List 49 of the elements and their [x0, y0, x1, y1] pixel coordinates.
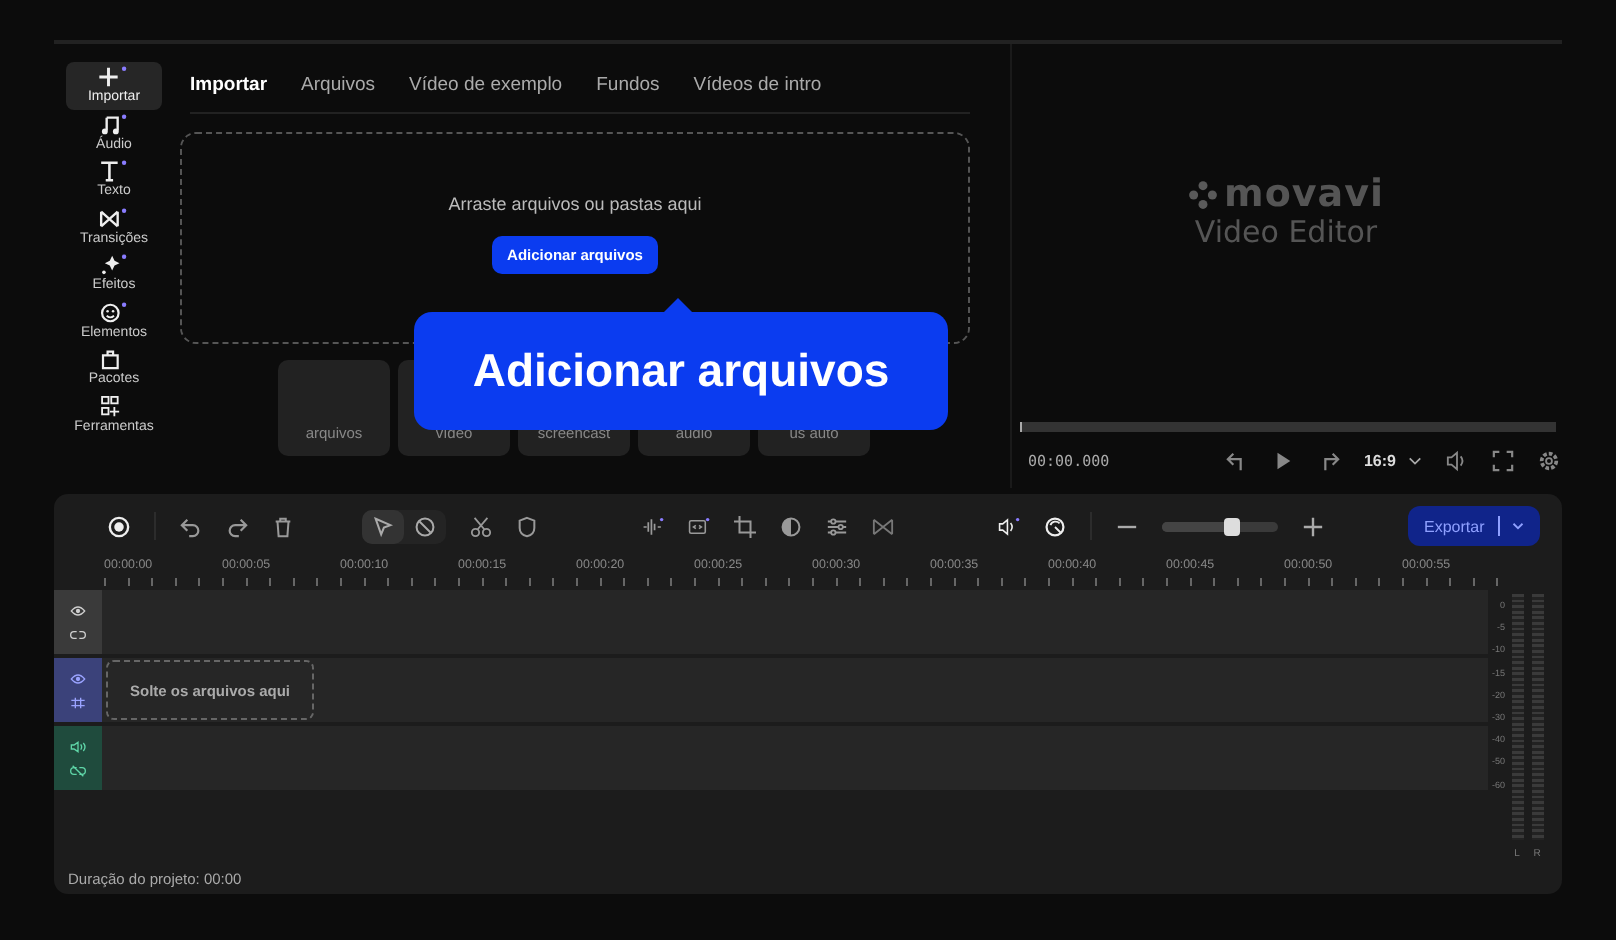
logo-name: movavi: [1224, 176, 1384, 214]
caret-icon[interactable]: [1408, 455, 1422, 465]
speed-icon[interactable]: [1044, 515, 1066, 537]
callout-tooltip: Adicionar arquivos: [414, 312, 948, 430]
tooltip-pointer: [662, 298, 694, 314]
sidebar-icon: [100, 301, 128, 324]
volume-icon[interactable]: [998, 515, 1020, 537]
zoom-slider[interactable]: [1162, 521, 1278, 531]
scissors-icon[interactable]: [470, 515, 492, 537]
sidebar-icon: [100, 113, 128, 136]
eye-icon[interactable]: [70, 603, 86, 617]
sliders-icon[interactable]: [826, 515, 848, 537]
shield-icon[interactable]: [516, 515, 538, 537]
captions-icon[interactable]: [688, 515, 710, 537]
sidebar-icon: [100, 207, 128, 230]
undo-icon[interactable]: [180, 515, 202, 537]
undo-icon[interactable]: [1225, 449, 1248, 471]
settings-icon[interactable]: [1538, 449, 1560, 471]
redo-icon[interactable]: [226, 515, 248, 537]
caret-icon[interactable]: [1512, 522, 1525, 530]
color-icon[interactable]: [780, 515, 802, 537]
tab[interactable]: Vídeo de exemplo: [409, 73, 563, 95]
no-entry-icon[interactable]: [414, 515, 436, 537]
aspect-ratio-dropdown[interactable]: 16:9: [1363, 451, 1422, 469]
tab[interactable]: Importar: [190, 73, 268, 95]
pointer-tool[interactable]: [362, 509, 404, 543]
crop-icon[interactable]: [734, 515, 756, 537]
record-icon[interactable]: [108, 515, 130, 537]
tab[interactable]: Vídeos de intro: [693, 73, 822, 95]
link-icon[interactable]: [70, 763, 86, 777]
pointer-icon[interactable]: [372, 515, 394, 537]
link-icon[interactable]: [70, 627, 86, 641]
logo-product: Video Editor: [1194, 214, 1378, 250]
tab[interactable]: Arquivos: [301, 73, 376, 95]
export-button[interactable]: Exportar: [1408, 506, 1540, 546]
speaker-icon[interactable]: [70, 739, 86, 753]
sidebar-icon: [100, 66, 128, 89]
audio-wave-icon[interactable]: [642, 515, 664, 537]
sidebar-icon: [100, 160, 128, 183]
magnet-icon[interactable]: [70, 695, 86, 709]
eye-icon[interactable]: [70, 671, 86, 685]
transition-icon[interactable]: [872, 515, 894, 537]
zoom-in-icon[interactable]: [1302, 515, 1324, 537]
fullscreen-icon[interactable]: [1492, 449, 1514, 471]
tab[interactable]: Fundos: [596, 73, 660, 95]
sidebar-icon: [100, 254, 128, 277]
logo-icon: [1188, 180, 1219, 210]
drop-hint: Arraste arquivos ou pastas aqui: [448, 193, 702, 213]
trash-icon[interactable]: [272, 515, 294, 537]
